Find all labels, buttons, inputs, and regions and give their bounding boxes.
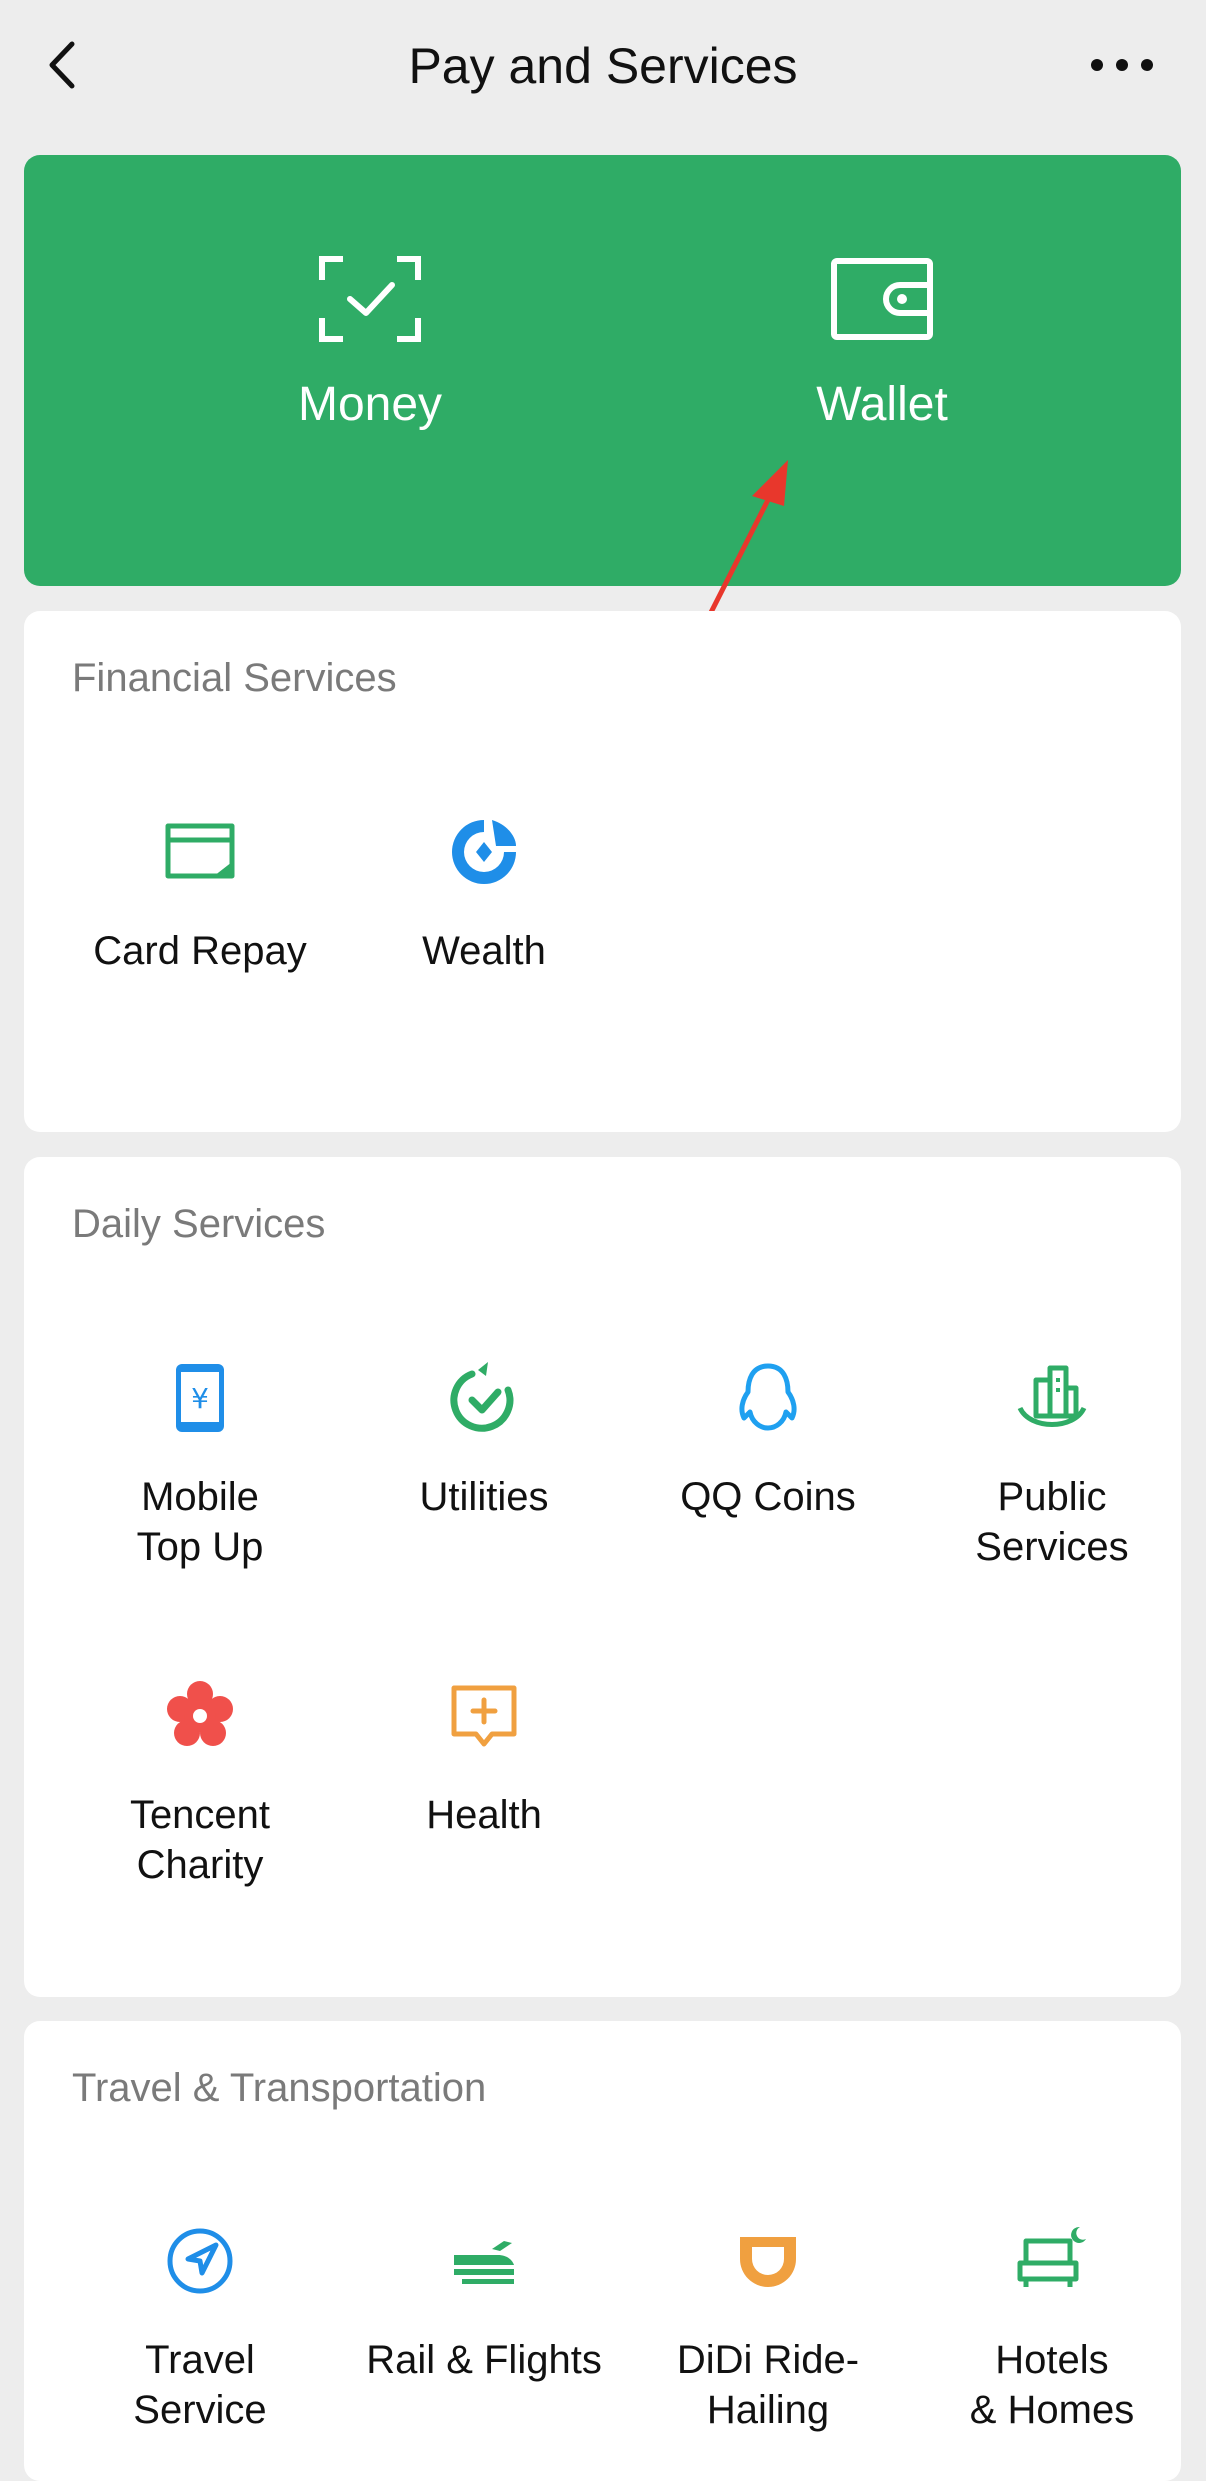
qq-penguin-icon: [739, 1363, 797, 1431]
health-plus-icon: [451, 1685, 517, 1747]
travel-transportation-card: Travel & Transportation Travel Service R…: [24, 2021, 1181, 2481]
page-title: Pay and Services: [408, 38, 798, 94]
financial-services-card: Financial Services Card Repay Wealth: [24, 611, 1181, 1132]
svg-text:¥: ¥: [191, 1382, 209, 1415]
service-label: Card Repay: [93, 929, 307, 973]
service-label: Public Services: [975, 1475, 1129, 1569]
wallet-icon: [831, 258, 933, 340]
wallet-button[interactable]: Wallet: [712, 155, 1052, 455]
card-icon: [165, 823, 235, 879]
service-label: Health: [426, 1793, 542, 1837]
money-label: Money: [297, 378, 443, 431]
navigation-bar: Pay and Services: [0, 0, 1206, 135]
daily-services-card: Daily Services ¥ Mobile Top Up Utilities…: [24, 1157, 1181, 1997]
service-label: Tencent Charity: [129, 1793, 271, 1887]
service-label: Mobile Top Up: [136, 1475, 264, 1569]
wallet-label: Wallet: [816, 378, 948, 431]
train-plane-icon: [454, 2241, 514, 2284]
service-label: Travel Service: [133, 2338, 267, 2432]
phone-yuan-icon: ¥: [176, 1364, 224, 1432]
flower-icon: [167, 1681, 233, 1746]
section-title: Daily Services: [72, 1202, 326, 1246]
section-title: Travel & Transportation: [72, 2066, 487, 2110]
money-button[interactable]: Money: [200, 155, 540, 455]
more-button[interactable]: [1085, 45, 1160, 85]
service-label: Hotels & Homes: [969, 2338, 1135, 2432]
didi-icon: [740, 2237, 796, 2287]
service-label: Wealth: [422, 929, 546, 973]
service-label: Utilities: [419, 1475, 549, 1519]
wealth-icon: [452, 820, 516, 884]
section-title: Financial Services: [72, 656, 397, 700]
more-dots-icon: [1091, 59, 1153, 71]
service-label: DiDi Ride- Hailing: [676, 2338, 860, 2432]
scan-check-icon: [319, 256, 421, 342]
service-label: Rail & Flights: [366, 2338, 602, 2382]
compass-arrow-icon: [167, 2228, 233, 2294]
pay-hero-panel: Money Wallet: [24, 155, 1181, 586]
city-buildings-icon: [1017, 1365, 1087, 1427]
service-label: QQ Coins: [680, 1475, 856, 1519]
utilities-icon: [450, 1362, 514, 1432]
bed-moon-icon: [1017, 2226, 1086, 2287]
